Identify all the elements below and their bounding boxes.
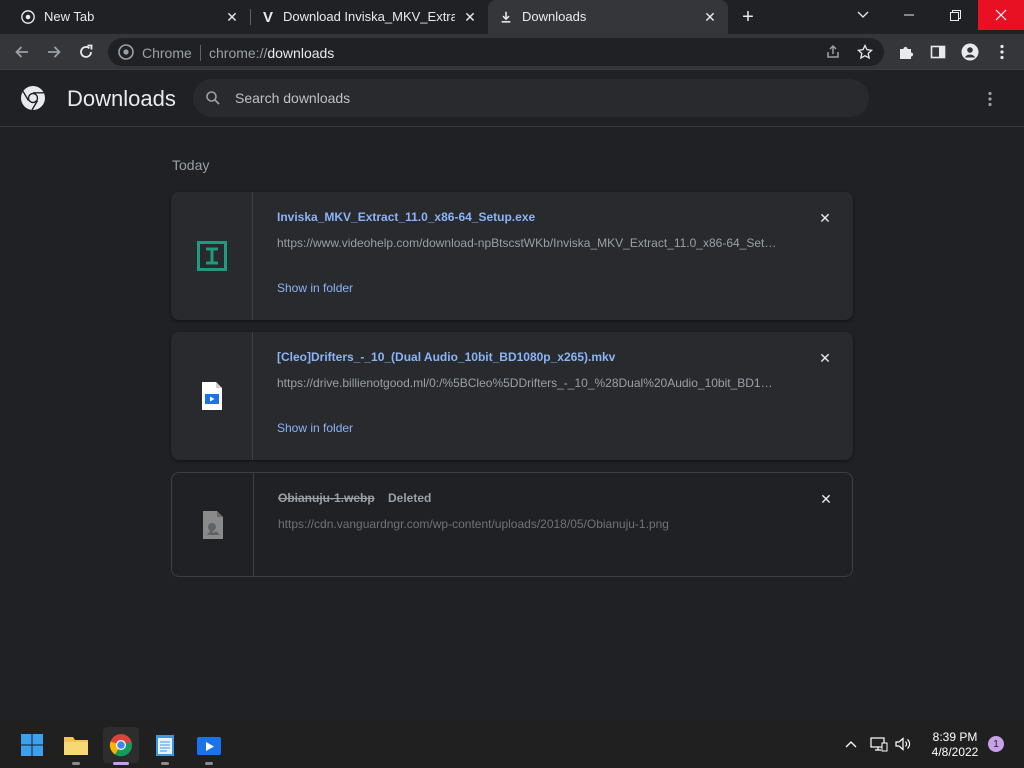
download-source-url[interactable]: https://drive.billienotgood.ml/0:/%5BCle… <box>277 376 777 390</box>
forward-button[interactable] <box>43 41 65 63</box>
download-status-label: Deleted <box>388 491 432 505</box>
close-tab-icon[interactable]: ✕ <box>461 8 479 26</box>
running-indicator <box>72 762 80 765</box>
omnibox-chrome-label: Chrome <box>142 45 192 61</box>
installer-icon <box>195 239 229 273</box>
omnibox-url[interactable]: chrome://downloads <box>209 45 334 61</box>
downloads-header: Downloads <box>0 71 1024 127</box>
address-bar[interactable]: Chrome chrome://downloads <box>108 38 884 66</box>
clock-time: 8:39 PM <box>932 730 978 744</box>
minimize-button[interactable] <box>886 0 932 30</box>
reload-button[interactable] <box>75 41 97 63</box>
video-file-icon <box>195 379 229 413</box>
running-indicator <box>205 762 213 765</box>
tab-download-inviska[interactable]: V Download Inviska_MKV_Extract_1 ✕ <box>250 0 488 34</box>
file-icon-column <box>171 192 253 320</box>
show-hidden-icons-chevron-icon[interactable] <box>841 734 861 754</box>
chrome-taskbar-icon[interactable] <box>103 727 139 765</box>
remove-download-icon[interactable]: ✕ <box>818 491 834 507</box>
search-icon <box>206 91 220 105</box>
close-tab-icon[interactable]: ✕ <box>223 8 241 26</box>
windows-start-icon[interactable] <box>14 727 50 763</box>
notification-count-badge[interactable]: 1 <box>988 736 1004 752</box>
volume-icon[interactable] <box>893 734 913 754</box>
download-item-deleted: Obianuju-1.webp Deleted https://cdn.vang… <box>171 472 853 577</box>
profile-avatar-icon[interactable] <box>959 41 981 63</box>
videohelp-icon: V <box>262 8 273 26</box>
chrome-icon <box>118 44 134 60</box>
taskbar-clock[interactable]: 8:39 PM 4/8/2022 <box>920 730 990 760</box>
search-downloads-input[interactable] <box>235 79 835 117</box>
media-player-icon[interactable] <box>191 727 227 765</box>
browser-menu-icon[interactable] <box>991 41 1013 63</box>
restore-button[interactable] <box>932 0 978 30</box>
url-prefix: chrome:// <box>209 45 268 61</box>
notepad-icon[interactable] <box>147 727 183 765</box>
side-panel-icon[interactable] <box>927 41 949 63</box>
show-in-folder-link[interactable]: Show in folder <box>277 281 353 295</box>
chrome-logo-icon <box>21 86 45 111</box>
remove-download-icon[interactable]: ✕ <box>817 350 833 366</box>
file-explorer-icon[interactable] <box>58 727 94 765</box>
omnibox-separator <box>200 45 201 61</box>
extensions-puzzle-icon[interactable] <box>895 41 917 63</box>
download-source-url[interactable]: https://cdn.vanguardngr.com/wp-content/u… <box>278 517 778 531</box>
page-title: Downloads <box>67 86 176 111</box>
new-tab-button[interactable]: + <box>737 6 759 28</box>
downloads-more-options-icon[interactable] <box>980 87 1000 111</box>
image-file-icon <box>196 508 230 542</box>
tab-downloads[interactable]: Downloads ✕ <box>488 0 728 34</box>
search-box <box>193 79 869 117</box>
chrome-icon <box>20 9 36 25</box>
download-source-url[interactable]: https://www.videohelp.com/download-npBts… <box>277 236 777 250</box>
tab-new-tab[interactable]: New Tab ✕ <box>0 0 250 34</box>
download-filename: Obianuju-1.webp <box>278 491 375 505</box>
date-section-label: Today <box>172 157 210 173</box>
back-button[interactable] <box>11 41 33 63</box>
share-icon[interactable] <box>822 41 844 63</box>
windows-taskbar <box>0 720 1024 768</box>
tab-title: New Tab <box>44 9 95 24</box>
close-window-button[interactable] <box>978 0 1024 30</box>
running-indicator <box>161 762 169 765</box>
network-icon[interactable] <box>869 734 889 754</box>
tab-strip: New Tab ✕ V Download Inviska_MKV_Extract… <box>0 0 1024 34</box>
tab-title: Downloads <box>522 9 587 24</box>
close-tab-icon[interactable]: ✕ <box>701 8 719 26</box>
tab-search-icon[interactable] <box>840 0 886 30</box>
show-in-folder-link[interactable]: Show in folder <box>277 421 353 435</box>
tab-title: Download Inviska_MKV_Extract_1 <box>283 9 455 24</box>
download-filename-link[interactable]: Inviska_MKV_Extract_11.0_x86-64_Setup.ex… <box>277 210 535 224</box>
bookmark-star-icon[interactable] <box>854 41 876 63</box>
download-item: Inviska_MKV_Extract_11.0_x86-64_Setup.ex… <box>171 192 853 320</box>
file-icon-column <box>171 332 253 460</box>
file-icon-column <box>172 473 254 576</box>
clock-date: 4/8/2022 <box>931 745 979 759</box>
browser-toolbar: Chrome chrome://downloads <box>0 34 1024 70</box>
remove-download-icon[interactable]: ✕ <box>817 210 833 226</box>
download-item: [Cleo]Drifters_-_10_(Dual Audio_10bit_BD… <box>171 332 853 460</box>
download-filename-link[interactable]: [Cleo]Drifters_-_10_(Dual Audio_10bit_BD… <box>277 350 615 364</box>
url-host: downloads <box>267 45 335 61</box>
running-indicator <box>113 762 129 765</box>
download-icon <box>498 9 514 25</box>
